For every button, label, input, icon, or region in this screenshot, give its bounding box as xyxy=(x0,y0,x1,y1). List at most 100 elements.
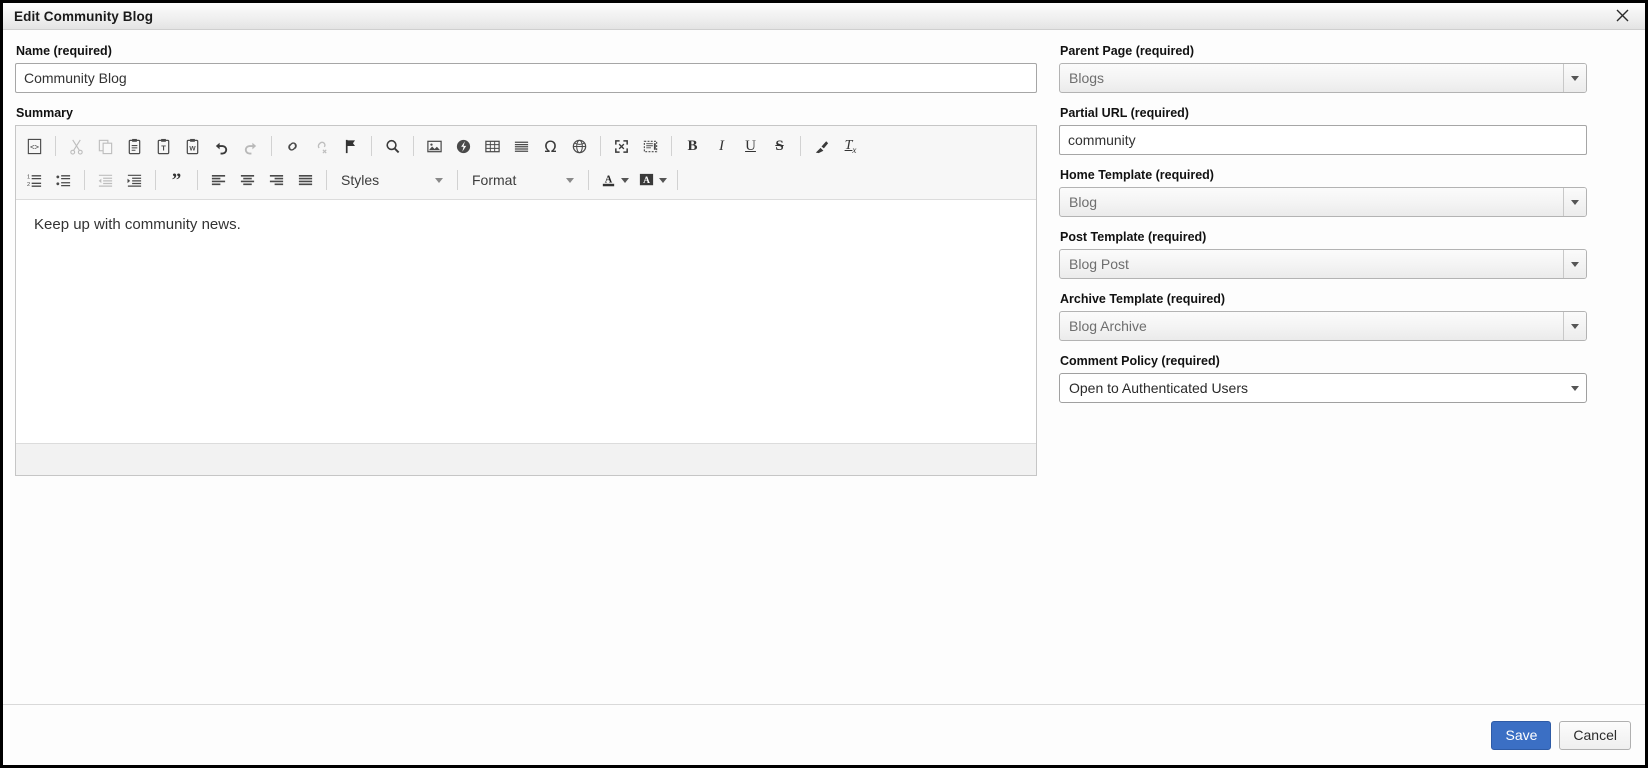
toolbar-separator xyxy=(155,170,156,190)
dialog-title: Edit Community Blog xyxy=(14,8,154,24)
toolbar-separator xyxy=(800,136,801,156)
table-icon[interactable] xyxy=(478,132,507,160)
chevron-down-icon xyxy=(1563,250,1586,278)
name-label: Name (required) xyxy=(16,44,112,58)
select-2: Blog xyxy=(1059,187,1587,217)
source-icon[interactable]: <> xyxy=(20,132,49,160)
svg-text:T: T xyxy=(161,143,166,152)
select-value: Open to Authenticated Users xyxy=(1069,380,1248,396)
editor-paragraph: Keep up with community news. xyxy=(34,216,241,233)
flash-icon[interactable] xyxy=(449,132,478,160)
text-color-icon[interactable]: A xyxy=(595,166,633,194)
svg-text:1: 1 xyxy=(27,174,30,180)
left-column: Name (required) Summary <>TWΩBIUSTx 12”S… xyxy=(15,44,1037,704)
globe-icon[interactable] xyxy=(565,132,594,160)
svg-text:W: W xyxy=(189,145,196,152)
search-icon[interactable] xyxy=(378,132,407,160)
toolbar-separator xyxy=(371,136,372,156)
toolbar-separator xyxy=(326,170,327,190)
field-label: Home Template (required) xyxy=(1060,168,1214,182)
dialog-title-bar: Edit Community Blog xyxy=(3,3,1645,30)
toolbar-separator xyxy=(197,170,198,190)
editor-toolbar: <> T W Ω B I U S Tx 1 2 ” Styles Format A A xyxy=(16,126,1036,200)
select-value: Blog xyxy=(1069,194,1098,210)
field-label: Comment Policy (required) xyxy=(1060,354,1220,368)
toolbar-separator xyxy=(413,136,414,156)
format-dropdown-label: Format xyxy=(472,172,517,188)
align-left-icon[interactable] xyxy=(204,166,233,194)
redo-icon xyxy=(236,132,265,160)
select-value: Blogs xyxy=(1069,70,1105,86)
svg-text:A: A xyxy=(604,174,612,185)
cancel-button[interactable]: Cancel xyxy=(1559,720,1631,750)
bulleted-list-icon[interactable] xyxy=(49,166,78,194)
image-icon[interactable] xyxy=(420,132,449,160)
select-0: Blogs xyxy=(1059,63,1587,93)
maximize-icon[interactable] xyxy=(607,132,636,160)
cut-icon xyxy=(62,132,91,160)
undo-icon[interactable] xyxy=(207,132,236,160)
svg-text:<>: <> xyxy=(30,142,40,151)
link-icon[interactable] xyxy=(278,132,307,160)
dialog-footer: Save Cancel xyxy=(3,704,1645,765)
align-right-icon[interactable] xyxy=(262,166,291,194)
align-center-icon[interactable] xyxy=(233,166,262,194)
edit-blog-dialog: Edit Community Blog Name (required) Summ… xyxy=(0,0,1648,768)
strikethrough-icon[interactable]: S xyxy=(765,132,794,160)
chevron-down-icon xyxy=(1564,374,1586,402)
chevron-down-icon xyxy=(1563,188,1586,216)
chevron-down-icon xyxy=(1563,312,1586,340)
toolbar-separator xyxy=(600,136,601,156)
anchor-flag-icon[interactable] xyxy=(336,132,365,160)
remove-format-icon[interactable] xyxy=(807,132,836,160)
select-3: Blog Post xyxy=(1059,249,1587,279)
close-icon xyxy=(1616,9,1629,22)
name-input[interactable] xyxy=(15,63,1037,93)
field-label: Post Template (required) xyxy=(1060,230,1207,244)
field-label: Parent Page (required) xyxy=(1060,44,1195,58)
select-4: Blog Archive xyxy=(1059,311,1587,341)
numbered-list-icon[interactable]: 12 xyxy=(20,166,49,194)
outdent-icon xyxy=(91,166,120,194)
toolbar-separator xyxy=(271,136,272,156)
underline-icon[interactable]: U xyxy=(736,132,765,160)
blockquote-icon[interactable]: ” xyxy=(162,166,191,194)
format-dropdown[interactable]: Format xyxy=(464,167,582,193)
editor-toolbar-row-1: <> T W Ω B I U S Tx xyxy=(20,129,1032,163)
bold-icon[interactable]: B xyxy=(678,132,707,160)
paste-icon[interactable] xyxy=(120,132,149,160)
align-justify-icon[interactable] xyxy=(291,166,320,194)
right-column: Parent Page (required) Blogs Partial URL (… xyxy=(1059,44,1587,704)
svg-text:A: A xyxy=(643,175,650,185)
special-char-icon[interactable]: Ω xyxy=(536,132,565,160)
paste-word-icon[interactable]: W xyxy=(178,132,207,160)
select-value: Blog Archive xyxy=(1069,318,1147,334)
dialog-content: Name (required) Summary <>TWΩBIUSTx 12”S… xyxy=(3,30,1645,704)
background-color-icon[interactable]: A xyxy=(633,166,671,194)
show-blocks-icon[interactable] xyxy=(636,132,665,160)
select-5[interactable]: Open to Authenticated Users xyxy=(1059,373,1587,403)
unlink-icon xyxy=(307,132,336,160)
select-value: Blog Post xyxy=(1069,256,1129,272)
editor-status-bar xyxy=(16,443,1036,475)
italic-icon[interactable]: I xyxy=(707,132,736,160)
styles-dropdown[interactable]: Styles xyxy=(333,167,451,193)
toolbar-separator xyxy=(588,170,589,190)
horizontal-rule-icon[interactable] xyxy=(507,132,536,160)
toolbar-separator xyxy=(55,136,56,156)
toolbar-separator xyxy=(677,170,678,190)
toolbar-separator xyxy=(457,170,458,190)
toolbar-separator xyxy=(84,170,85,190)
paste-text-icon[interactable]: T xyxy=(149,132,178,160)
field-label: Archive Template (required) xyxy=(1060,292,1226,306)
save-button[interactable]: Save xyxy=(1491,720,1552,750)
chevron-down-icon xyxy=(566,177,574,183)
clear-text-format-icon[interactable]: Tx xyxy=(836,132,865,160)
editor-toolbar-row-2: 1 2 ” Styles Format A A xyxy=(20,163,1032,197)
partial-url-input[interactable] xyxy=(1059,125,1587,155)
editor-content-area[interactable]: Keep up with community news. xyxy=(16,200,1036,443)
toolbar-separator xyxy=(671,136,672,156)
indent-icon[interactable] xyxy=(120,166,149,194)
close-button[interactable] xyxy=(1599,3,1645,28)
rich-text-editor: <> T W Ω B I U S Tx 1 2 ” Styles Format A A Keep up wi… xyxy=(15,125,1037,476)
